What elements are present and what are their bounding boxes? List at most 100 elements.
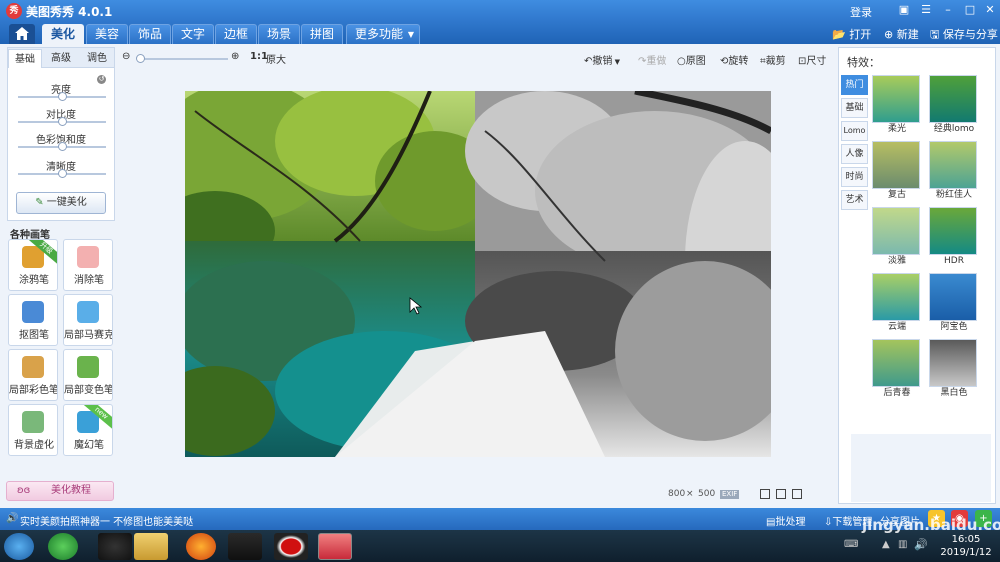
blur-background-brush[interactable]: 背景虚化 xyxy=(8,404,58,456)
zoom-knob[interactable] xyxy=(136,54,145,63)
photo-canvas[interactable] xyxy=(185,91,771,457)
video-player-icon[interactable] xyxy=(228,533,262,560)
new-button[interactable]: ⊕ 新建 xyxy=(884,26,919,42)
login-link[interactable]: 登录 xyxy=(850,4,872,20)
subtab-basic[interactable]: 基础 xyxy=(8,49,42,68)
crop-button[interactable]: ⌗裁剪 xyxy=(760,52,786,67)
effects-cat-art[interactable]: 艺术 xyxy=(841,190,868,210)
doodle-brush[interactable]: 升级 涂鸦笔 xyxy=(8,239,58,291)
effect-thumb xyxy=(872,141,920,189)
tab-collage[interactable]: 拼图 xyxy=(301,24,344,44)
360-browser-icon[interactable] xyxy=(48,533,78,560)
tutorial-button[interactable]: ʚɞ 美化教程 xyxy=(6,481,114,501)
color-brush[interactable]: 局部彩色笔 xyxy=(8,349,58,401)
maximize-button[interactable]: □ xyxy=(962,3,978,17)
zoom-out-icon[interactable]: ⊖ xyxy=(122,51,130,62)
effect-label: 经典lomo xyxy=(933,124,975,134)
keyboard-icon[interactable]: ⌨ xyxy=(844,539,858,550)
effect-soft-light[interactable]: 柔光 xyxy=(872,75,922,137)
original-label: 原图 xyxy=(685,56,706,67)
effect-classic-lomo[interactable]: 经典lomo xyxy=(929,75,979,137)
saturation-knob[interactable] xyxy=(58,142,67,151)
mosaic-icon xyxy=(77,301,99,323)
effect-thumb xyxy=(872,207,920,255)
sharpness-slider[interactable] xyxy=(18,169,106,178)
recorder-icon[interactable] xyxy=(274,533,308,560)
effect-vintage[interactable]: 复古 xyxy=(872,141,922,203)
image-width: 800 xyxy=(668,489,686,499)
home-button[interactable] xyxy=(9,24,35,44)
zoom-slider[interactable] xyxy=(136,54,228,63)
effect-label: 复古 xyxy=(887,190,906,200)
close-button[interactable]: ✕ xyxy=(982,3,998,17)
original-button[interactable]: ○原图 xyxy=(677,52,706,67)
volume-icon[interactable]: 🔊 xyxy=(914,538,928,551)
mosaic-brush-label: 局部马赛克 xyxy=(64,330,113,341)
sharpness-knob[interactable] xyxy=(58,169,67,178)
subtab-advanced[interactable]: 高级 xyxy=(44,49,78,68)
effect-pink-lady[interactable]: 粉红佳人 xyxy=(929,141,979,203)
effect-youth[interactable]: 后青春 xyxy=(872,339,922,401)
meitu-taskbar-icon[interactable] xyxy=(318,533,352,560)
tab-more[interactable]: 更多功能 ▼ xyxy=(346,24,421,44)
compare-icon[interactable] xyxy=(760,489,770,499)
exif-button[interactable]: EXIF xyxy=(720,490,740,499)
tab-beautify[interactable]: 美化 xyxy=(42,24,85,44)
effect-abao[interactable]: 阿宝色 xyxy=(929,273,979,335)
feedback-icon[interactable]: ▣ xyxy=(896,3,912,17)
fullscreen-icon[interactable] xyxy=(792,489,802,499)
rotate-button[interactable]: ⟲旋转 xyxy=(720,52,748,67)
folder-icon: 📂 xyxy=(832,28,846,41)
resize-label: 尺寸 xyxy=(806,56,827,67)
effects-cat-basic[interactable]: 基础 xyxy=(841,98,868,118)
tab-beauty[interactable]: 美容 xyxy=(86,24,129,44)
eraser-brush[interactable]: 消除笔 xyxy=(63,239,113,291)
tab-frame[interactable]: 边框 xyxy=(215,24,258,44)
effects-cat-portrait[interactable]: 人像 xyxy=(841,144,868,164)
paintbrush-icon xyxy=(22,356,44,378)
system-clock[interactable]: 16:05 2019/1/12 xyxy=(936,533,996,559)
open-button[interactable]: 📂 打开 xyxy=(832,26,871,42)
subtab-color[interactable]: 调色 xyxy=(80,49,114,68)
redo-button[interactable]: ↷重做 xyxy=(638,52,666,67)
zoom-in-icon[interactable]: ⊕ xyxy=(231,51,239,62)
explorer-icon[interactable] xyxy=(134,533,168,560)
tab-text[interactable]: 文字 xyxy=(172,24,215,44)
contrast-slider[interactable] xyxy=(18,117,106,126)
effects-cat-lomo[interactable]: Lomo xyxy=(841,121,868,141)
menu-icon[interactable]: ☰ xyxy=(918,3,934,17)
magic-brush[interactable]: new 魔幻笔 xyxy=(63,404,113,456)
effects-cat-fashion[interactable]: 时尚 xyxy=(841,167,868,187)
resize-button[interactable]: ⊡尺寸 xyxy=(798,52,826,67)
status-tip[interactable]: 实时美颜拍照神器一 不修图也能美美哒 xyxy=(20,513,193,528)
cutout-brush[interactable]: 抠图笔 xyxy=(8,294,58,346)
mosaic-brush[interactable]: 局部马赛克 xyxy=(63,294,113,346)
effects-cat-hot[interactable]: 热门 xyxy=(841,75,868,95)
brightness-slider[interactable] xyxy=(18,92,106,101)
recolor-brush[interactable]: 局部变色笔 xyxy=(63,349,113,401)
one-click-beautify-button[interactable]: ✎ 一键美化 xyxy=(16,192,106,214)
network-icon[interactable]: ▥ xyxy=(898,539,907,550)
tray-arrow-icon[interactable]: ▲ xyxy=(882,539,890,550)
effect-cloud[interactable]: 云端 xyxy=(872,273,922,335)
adjust-panel: 基础 高级 调色 ↺ 亮度 对比度 色彩饱和度 清晰度 ✎ 一键美化 xyxy=(7,47,115,221)
firefox-icon[interactable] xyxy=(186,533,216,560)
contrast-knob[interactable] xyxy=(58,117,67,126)
brightness-knob[interactable] xyxy=(58,92,67,101)
save-share-button[interactable]: 🖫 保存与分享 xyxy=(930,26,998,45)
saturation-slider[interactable] xyxy=(18,142,106,151)
effects-title: 特效： xyxy=(847,56,880,69)
effect-black-white[interactable]: 黑白色 xyxy=(929,339,979,401)
qq-icon[interactable] xyxy=(98,533,132,560)
minimize-button[interactable]: – xyxy=(940,3,956,17)
effect-hdr[interactable]: HDR xyxy=(929,207,979,269)
actual-size-label[interactable]: 原大 xyxy=(266,51,286,66)
batch-button[interactable]: ▤批处理 xyxy=(766,513,805,528)
tab-accessories[interactable]: 饰品 xyxy=(129,24,172,44)
undo-button[interactable]: ↶撤销 ▼ xyxy=(584,52,620,67)
tab-scene[interactable]: 场景 xyxy=(258,24,301,44)
start-button[interactable] xyxy=(4,533,34,560)
fit-screen-icon[interactable] xyxy=(776,489,786,499)
eraser-icon xyxy=(77,246,99,268)
effect-elegant[interactable]: 淡雅 xyxy=(872,207,922,269)
